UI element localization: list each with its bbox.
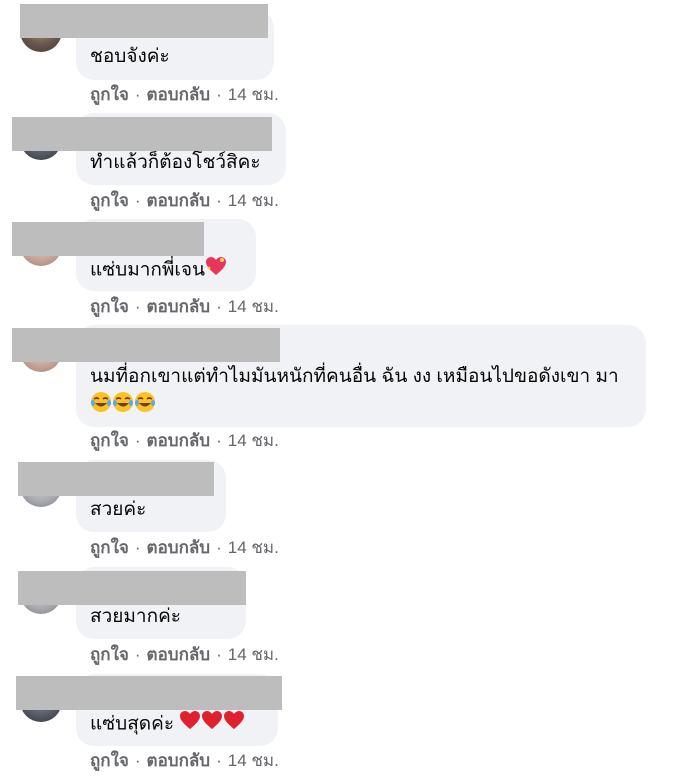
redacted-name: [12, 222, 204, 256]
sparkling-heart-icon: [205, 256, 227, 285]
reply-button[interactable]: ตอบกลับ: [147, 430, 211, 452]
reply-button[interactable]: ตอบกลับ: [147, 84, 211, 106]
redacted-name: [16, 676, 282, 710]
like-button[interactable]: ถูกใจ: [90, 537, 129, 559]
comment-text: แซ่บมากพี่เจน: [90, 256, 246, 285]
comment-text: ทำแล้วก็ต้องโชว์สิคะ: [90, 152, 261, 173]
red-heart-icon: [223, 710, 245, 739]
comment-actions: ถูกใจ · ตอบกลับ · 14 ชม.: [90, 190, 279, 212]
comment-text: นมที่อกเขาแต่ทำไมมันหนักที่คนอื่น ฉัน งง…: [90, 363, 630, 422]
comment-actions: ถูกใจ · ตอบกลับ · 14 ชม.: [90, 644, 279, 666]
redacted-name: [20, 4, 268, 38]
like-button[interactable]: ถูกใจ: [90, 644, 129, 666]
timestamp[interactable]: 14 ชม.: [228, 430, 279, 452]
comment-text-body: แซ่บสุดค่ะ: [90, 713, 175, 735]
comment-actions: ถูกใจ · ตอบกลับ · 14 ชม.: [90, 430, 279, 452]
timestamp[interactable]: 14 ชม.: [228, 84, 279, 106]
comment-actions: ถูกใจ · ตอบกลับ · 14 ชม.: [90, 84, 279, 106]
reply-button[interactable]: ตอบกลับ: [147, 644, 211, 666]
like-button[interactable]: ถูกใจ: [90, 430, 129, 452]
red-heart-icon: [179, 710, 201, 739]
redacted-name: [18, 462, 214, 496]
timestamp[interactable]: 14 ชม.: [228, 537, 279, 559]
like-button[interactable]: ถูกใจ: [90, 84, 129, 106]
red-heart-icon: [201, 710, 223, 739]
comment-text: สวยค่ะ: [90, 499, 147, 520]
comment-text: ชอบจังค่ะ: [90, 46, 170, 67]
laughing-tears-icon: [90, 391, 112, 422]
laughing-tears-icon: [112, 391, 134, 422]
timestamp[interactable]: 14 ชม.: [228, 190, 279, 212]
comment-actions: ถูกใจ · ตอบกลับ · 14 ชม.: [90, 750, 279, 772]
like-button[interactable]: ถูกใจ: [90, 750, 129, 772]
timestamp[interactable]: 14 ชม.: [228, 644, 279, 666]
redacted-name: [12, 328, 280, 362]
redacted-name: [18, 571, 246, 605]
comment-actions: ถูกใจ · ตอบกลับ · 14 ชม.: [90, 296, 279, 318]
reply-button[interactable]: ตอบกลับ: [147, 296, 211, 318]
comment-text: แซ่บสุดค่ะ: [90, 710, 268, 739]
timestamp[interactable]: 14 ชม.: [228, 296, 279, 318]
reply-button[interactable]: ตอบกลับ: [147, 190, 211, 212]
comment-actions: ถูกใจ · ตอบกลับ · 14 ชม.: [90, 537, 279, 559]
timestamp[interactable]: 14 ชม.: [228, 750, 279, 772]
like-button[interactable]: ถูกใจ: [90, 296, 129, 318]
comment-text-body: แซ่บมากพี่เจน: [90, 259, 206, 281]
redacted-name: [12, 117, 272, 151]
like-button[interactable]: ถูกใจ: [90, 190, 129, 212]
laughing-tears-icon: [134, 391, 156, 422]
reply-button[interactable]: ตอบกลับ: [147, 537, 211, 559]
reply-button[interactable]: ตอบกลับ: [147, 750, 211, 772]
comment-text: สวยมากค่ะ: [90, 606, 182, 627]
comment-text-body: นมที่อกเขาแต่ทำไมมันหนักที่คนอื่น ฉัน งง…: [90, 366, 619, 387]
